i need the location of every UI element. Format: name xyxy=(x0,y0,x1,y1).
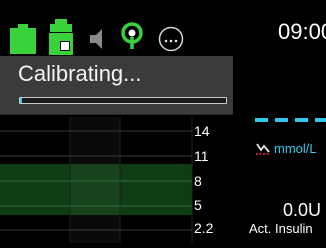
menu-icon[interactable] xyxy=(158,26,184,52)
reservoir-icon xyxy=(49,19,73,55)
sensor-glucose-placeholder xyxy=(255,118,326,122)
sensor-trend-icon xyxy=(256,143,270,155)
sensor-unit-row: mmol/L xyxy=(256,141,317,156)
battery-icon xyxy=(10,24,36,54)
y-axis-label-2-2: 2.2 xyxy=(194,220,214,236)
signal-icon xyxy=(121,22,143,49)
y-axis-label-8: 8 xyxy=(194,173,202,189)
calibration-panel: Calibrating... xyxy=(0,56,233,115)
calibration-progress-fill xyxy=(20,98,23,103)
calibration-progress-bar xyxy=(19,97,227,104)
y-axis-label-11: 11 xyxy=(194,148,209,164)
active-insulin-value: 0.0U xyxy=(283,200,322,220)
y-axis-label-5: 5 xyxy=(194,197,202,213)
sensor-unit: mmol/L xyxy=(274,141,317,156)
y-axis-label-14: 14 xyxy=(194,123,210,139)
speaker-icon[interactable] xyxy=(88,27,104,51)
active-insulin-label: Act. Insulin xyxy=(249,221,313,236)
status-bar: 09:00 xyxy=(0,0,326,56)
time-column-shade xyxy=(70,117,120,243)
sensor-graph: 14 11 8 5 2.2 xyxy=(0,117,232,243)
calibration-title: Calibrating... xyxy=(18,61,142,86)
clock-time: 09:00 xyxy=(278,19,326,44)
